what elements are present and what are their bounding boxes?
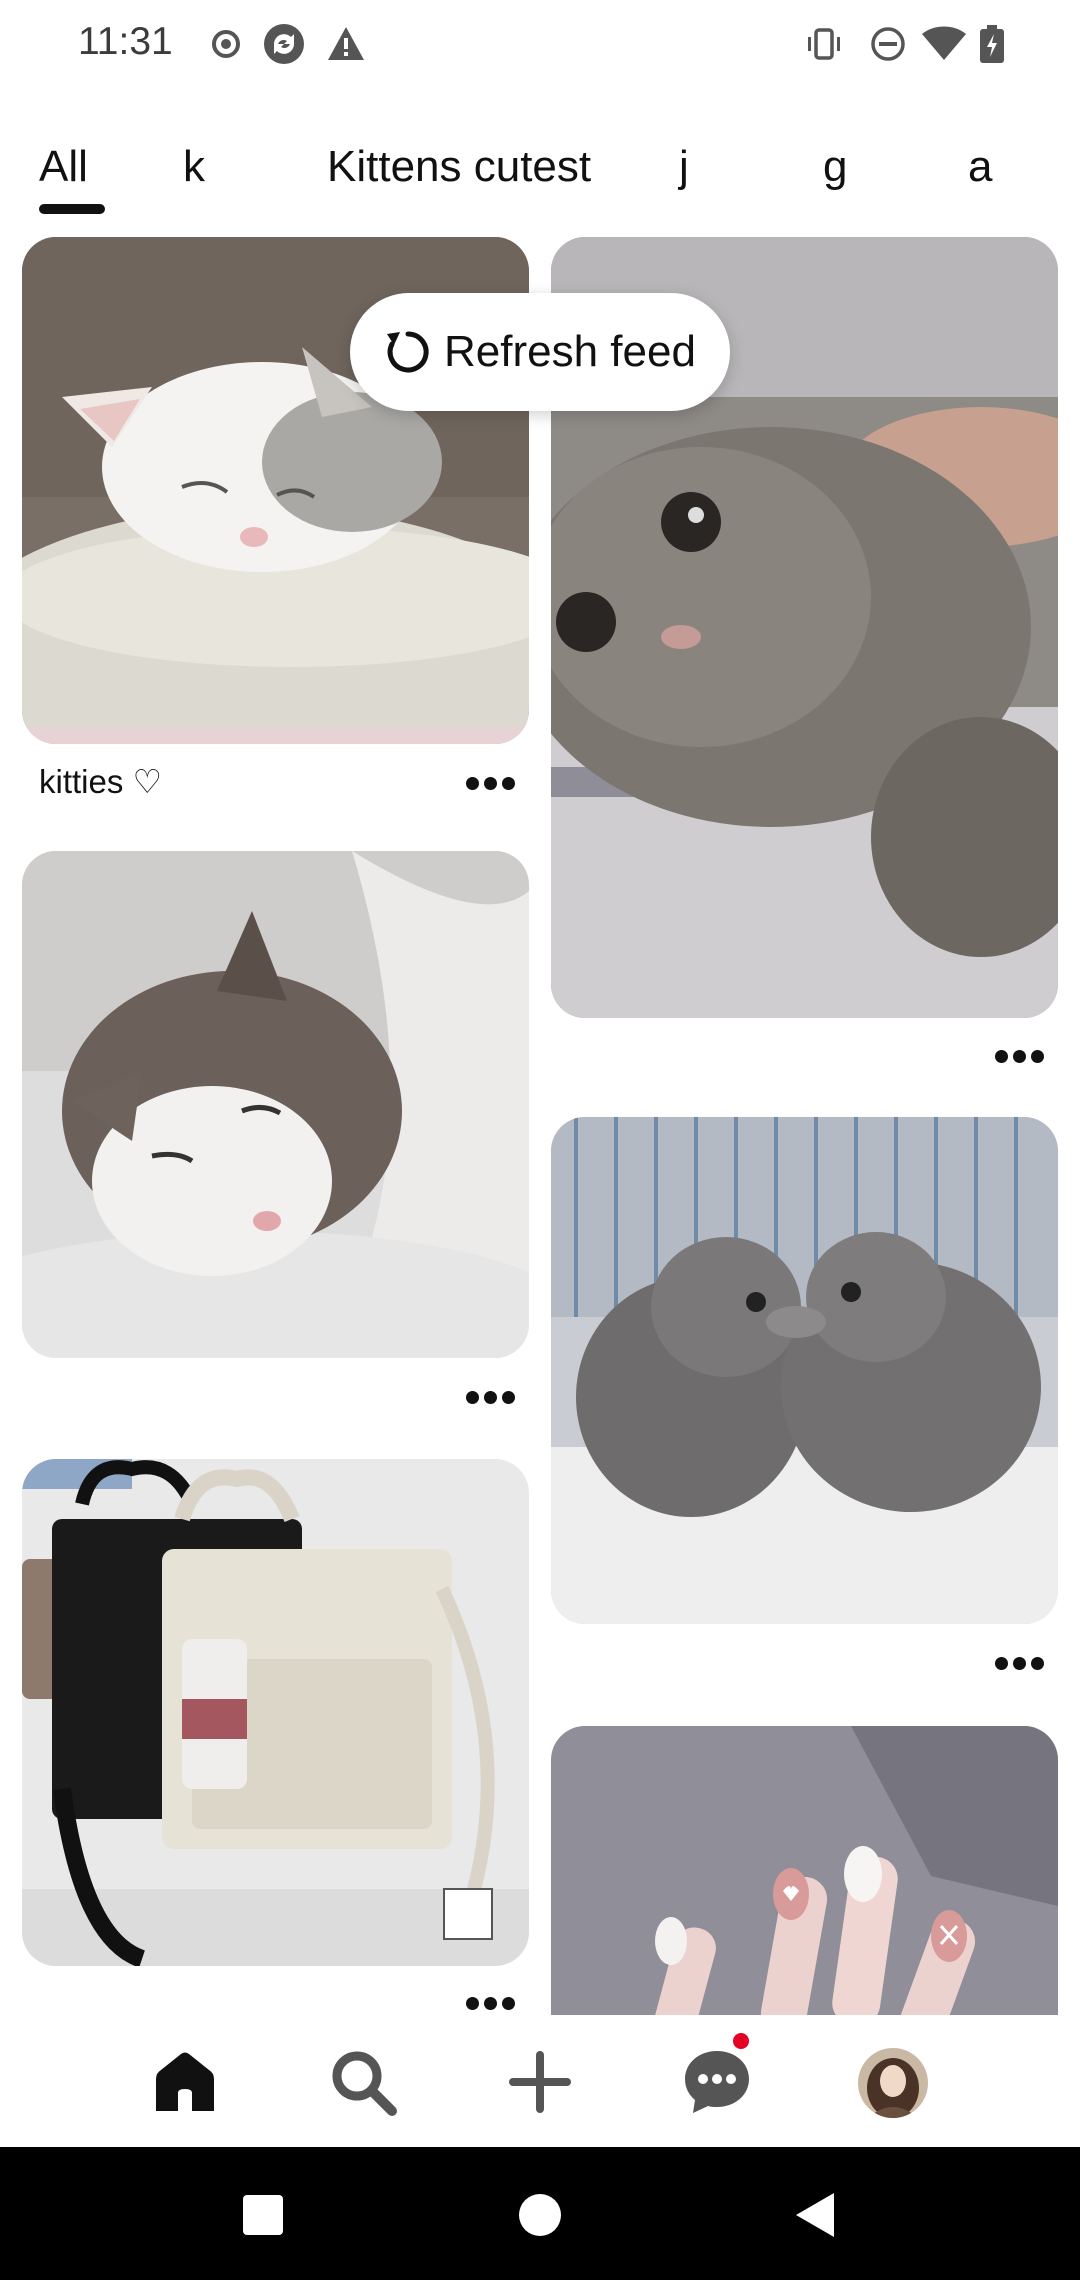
battery-icon <box>980 25 1004 63</box>
do-not-disturb-icon <box>871 27 905 61</box>
sync-icon <box>264 24 304 64</box>
status-bar: 11:31 <box>0 0 1080 90</box>
profile-avatar[interactable] <box>858 2048 928 2118</box>
message-notification-badge <box>733 2033 749 2049</box>
more-horizontal-icon[interactable] <box>466 777 516 791</box>
tab-all[interactable]: All <box>39 142 88 192</box>
tab-g[interactable]: g <box>823 142 847 192</box>
nails-photo <box>551 1726 1058 2015</box>
board-tabs: All k Kittens cutest j g a <box>0 130 1080 220</box>
pin-image-nails[interactable] <box>551 1726 1058 2015</box>
tab-j[interactable]: j <box>679 142 689 192</box>
kitten-photo <box>22 851 529 1358</box>
kitten-photo <box>551 1117 1058 1624</box>
wifi-icon <box>922 26 966 60</box>
pin-feed[interactable]: kitties ♡ <box>0 230 1080 2015</box>
more-horizontal-icon[interactable] <box>466 1997 516 2011</box>
status-time: 11:31 <box>78 20 173 63</box>
pin-image-tote-bags[interactable] <box>22 1459 529 1966</box>
avatar-image <box>858 2048 928 2118</box>
record-icon <box>212 30 240 58</box>
messages-icon[interactable] <box>680 2045 754 2119</box>
tab-kittens-cutest[interactable]: Kittens cutest <box>327 142 591 192</box>
warning-icon <box>328 27 364 60</box>
add-icon[interactable] <box>503 2045 577 2119</box>
bag-photo <box>22 1459 529 1966</box>
refresh-feed-button[interactable]: Refresh feed <box>350 293 730 411</box>
back-icon[interactable] <box>786 2185 846 2245</box>
home-icon[interactable] <box>148 2045 222 2119</box>
more-horizontal-icon[interactable] <box>466 1391 516 1405</box>
recents-icon[interactable] <box>233 2185 293 2245</box>
more-horizontal-icon[interactable] <box>995 1657 1045 1671</box>
refresh-icon <box>387 331 429 373</box>
home-circle-icon[interactable] <box>510 2185 570 2245</box>
more-horizontal-icon[interactable] <box>995 1050 1045 1064</box>
tab-a[interactable]: a <box>968 142 992 192</box>
pin-caption: kitties ♡ <box>39 763 163 800</box>
pin-image-two-kittens[interactable] <box>551 1117 1058 1624</box>
refresh-feed-label: Refresh feed <box>444 327 696 376</box>
selected-tab-indicator <box>39 204 105 214</box>
pin-image-kitten-blanket[interactable] <box>22 851 529 1358</box>
tab-k[interactable]: k <box>183 142 205 192</box>
search-icon[interactable] <box>326 2045 400 2119</box>
vibrate-icon <box>808 28 840 60</box>
system-nav-bar <box>0 2147 1080 2280</box>
